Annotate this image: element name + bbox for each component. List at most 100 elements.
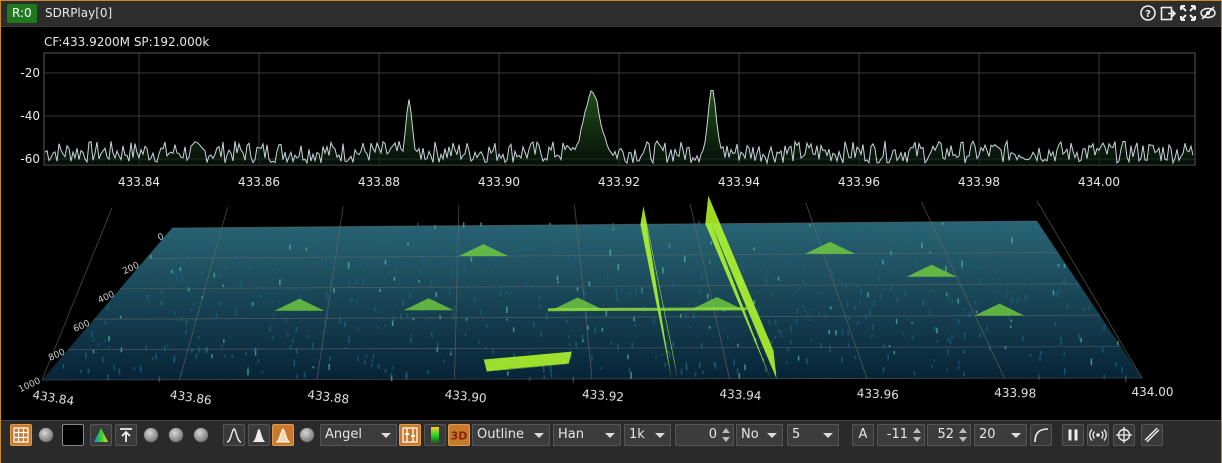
waterfall-noise [219, 301, 221, 306]
waterfall-x-tick-label: 433.98 [994, 386, 1036, 401]
fft-overlap-down-button[interactable] [720, 435, 731, 444]
reference-level-up-button[interactable] [911, 426, 922, 435]
waterfall-noise [258, 235, 261, 240]
export-icon[interactable] [1159, 4, 1177, 22]
fft-size-select[interactable]: 1k [624, 424, 671, 446]
waterfall-noise [187, 228, 190, 235]
waterfall-noise [488, 262, 491, 266]
waterfall-noise [151, 356, 154, 360]
waterfall-noise [420, 269, 423, 277]
stroke-knob[interactable] [193, 427, 209, 443]
waterfall-speed-knob[interactable] [299, 427, 315, 443]
waterfall-noise [410, 337, 412, 343]
range-up-button[interactable] [957, 426, 968, 435]
channel-markers-button[interactable] [1087, 424, 1109, 446]
spectrum-display[interactable]: CF:433.9200M SP:192.000k -20 -40 -60 433.84… [7, 28, 1217, 418]
fft-overlap-up-button[interactable] [720, 426, 731, 435]
waterfall-noise [1029, 353, 1032, 358]
grid-intensity-knob[interactable] [38, 427, 54, 443]
waterfall-noise [848, 316, 850, 321]
waterfall-noise [694, 372, 697, 377]
waterfall-noise [470, 257, 473, 262]
waterfall-noise [102, 356, 104, 363]
waterfall-noise [525, 237, 528, 242]
grid-toggle-button[interactable] [10, 424, 32, 446]
waterfall-noise [269, 325, 271, 332]
spectrum-canvas[interactable]: -20 -40 -60 433.84 433.86 433.88 433.90 433.92 4… [7, 28, 1217, 418]
3d-spectrogram-button[interactable]: 3D [448, 424, 470, 446]
y-tick-label: -20 [20, 66, 40, 80]
averaging-mode-select[interactable]: No [736, 424, 783, 446]
waterfall-noise [581, 334, 584, 340]
waterfall-noise [286, 333, 289, 338]
colormap-bar-button[interactable] [424, 424, 446, 446]
waterfall-noise [809, 261, 811, 264]
fft-overlap-spinbox[interactable]: 0 [675, 424, 734, 446]
reference-level-spinbox[interactable]: -11 [877, 424, 925, 446]
waterfall-noise [591, 355, 593, 362]
waterfall-noise [561, 236, 563, 241]
waterfall-noise [752, 258, 754, 262]
spectrum-fill-button[interactable] [90, 424, 112, 446]
waterfall-noise [742, 269, 745, 272]
waterfall-noise [107, 373, 109, 381]
waterfall-noise [998, 278, 1001, 283]
auto-scale-button[interactable]: A [852, 424, 874, 446]
waterfall-noise [239, 283, 242, 288]
waterfall-noise [904, 291, 906, 297]
fft-window-select[interactable]: Han [553, 424, 621, 446]
waterfall-noise [889, 245, 892, 252]
waterfall-noise [566, 320, 569, 323]
range-down-button[interactable] [957, 435, 968, 444]
waterfall-noise [274, 263, 277, 267]
settings-grid-icon [402, 427, 418, 443]
markers-button[interactable] [1113, 424, 1135, 446]
waterfall-noise [954, 317, 956, 321]
waterfall-noise [918, 225, 921, 232]
freeze-button[interactable] [1062, 424, 1084, 446]
spectrogram-style-select[interactable]: Outline [472, 424, 550, 446]
calibration-button[interactable] [1141, 424, 1163, 446]
log-curve-icon [1034, 428, 1049, 443]
waterfall-noise [975, 310, 978, 314]
waterfall-noise [594, 327, 596, 334]
waterfall-noise [685, 312, 687, 319]
fps-value: 20 [979, 427, 996, 442]
waterfall-3d-fill-button[interactable] [272, 424, 294, 446]
waterfall-noise [362, 278, 364, 286]
waterfall-noise [356, 277, 358, 285]
waterfall-noise [443, 237, 446, 241]
reference-level-down-button[interactable] [911, 435, 922, 444]
waterfall-noise [617, 343, 619, 351]
waterfall-noise [303, 372, 306, 378]
decay-knob[interactable] [143, 427, 159, 443]
waterfall-noise [479, 309, 482, 314]
waterfall-noise [1063, 264, 1066, 269]
histogram-button[interactable] [248, 424, 270, 446]
maximize-icon[interactable] [1179, 4, 1197, 22]
clear-spectrum-button[interactable] [62, 424, 84, 446]
waterfall-noise [261, 370, 264, 373]
waterfall-noise [957, 298, 960, 304]
waterfall-noise [422, 256, 424, 263]
waterfall-noise [859, 301, 862, 304]
waterfall-button[interactable] [223, 424, 245, 446]
fps-select[interactable]: 20 [974, 424, 1027, 446]
waterfall-noise [708, 326, 711, 329]
waterfall-noise [260, 227, 263, 231]
waterfall-noise [279, 300, 281, 303]
max-hold-button[interactable] [115, 424, 137, 446]
waterfall-noise [463, 265, 466, 272]
colormap-select[interactable]: Angel [320, 424, 397, 446]
waterfall-noise [631, 342, 633, 349]
hide-icon[interactable] [1199, 4, 1217, 22]
help-icon[interactable]: ? [1139, 4, 1157, 22]
fft-settings-button[interactable] [399, 424, 421, 446]
waterfall-noise [605, 310, 608, 316]
linear-log-button[interactable] [1030, 424, 1052, 446]
device-badge[interactable]: R:0 [7, 4, 37, 23]
range-spinbox[interactable]: 52 [927, 424, 971, 446]
decay-divisor-knob[interactable] [168, 427, 184, 443]
averaging-select[interactable]: 5 [787, 424, 839, 446]
waterfall-noise [107, 304, 109, 310]
